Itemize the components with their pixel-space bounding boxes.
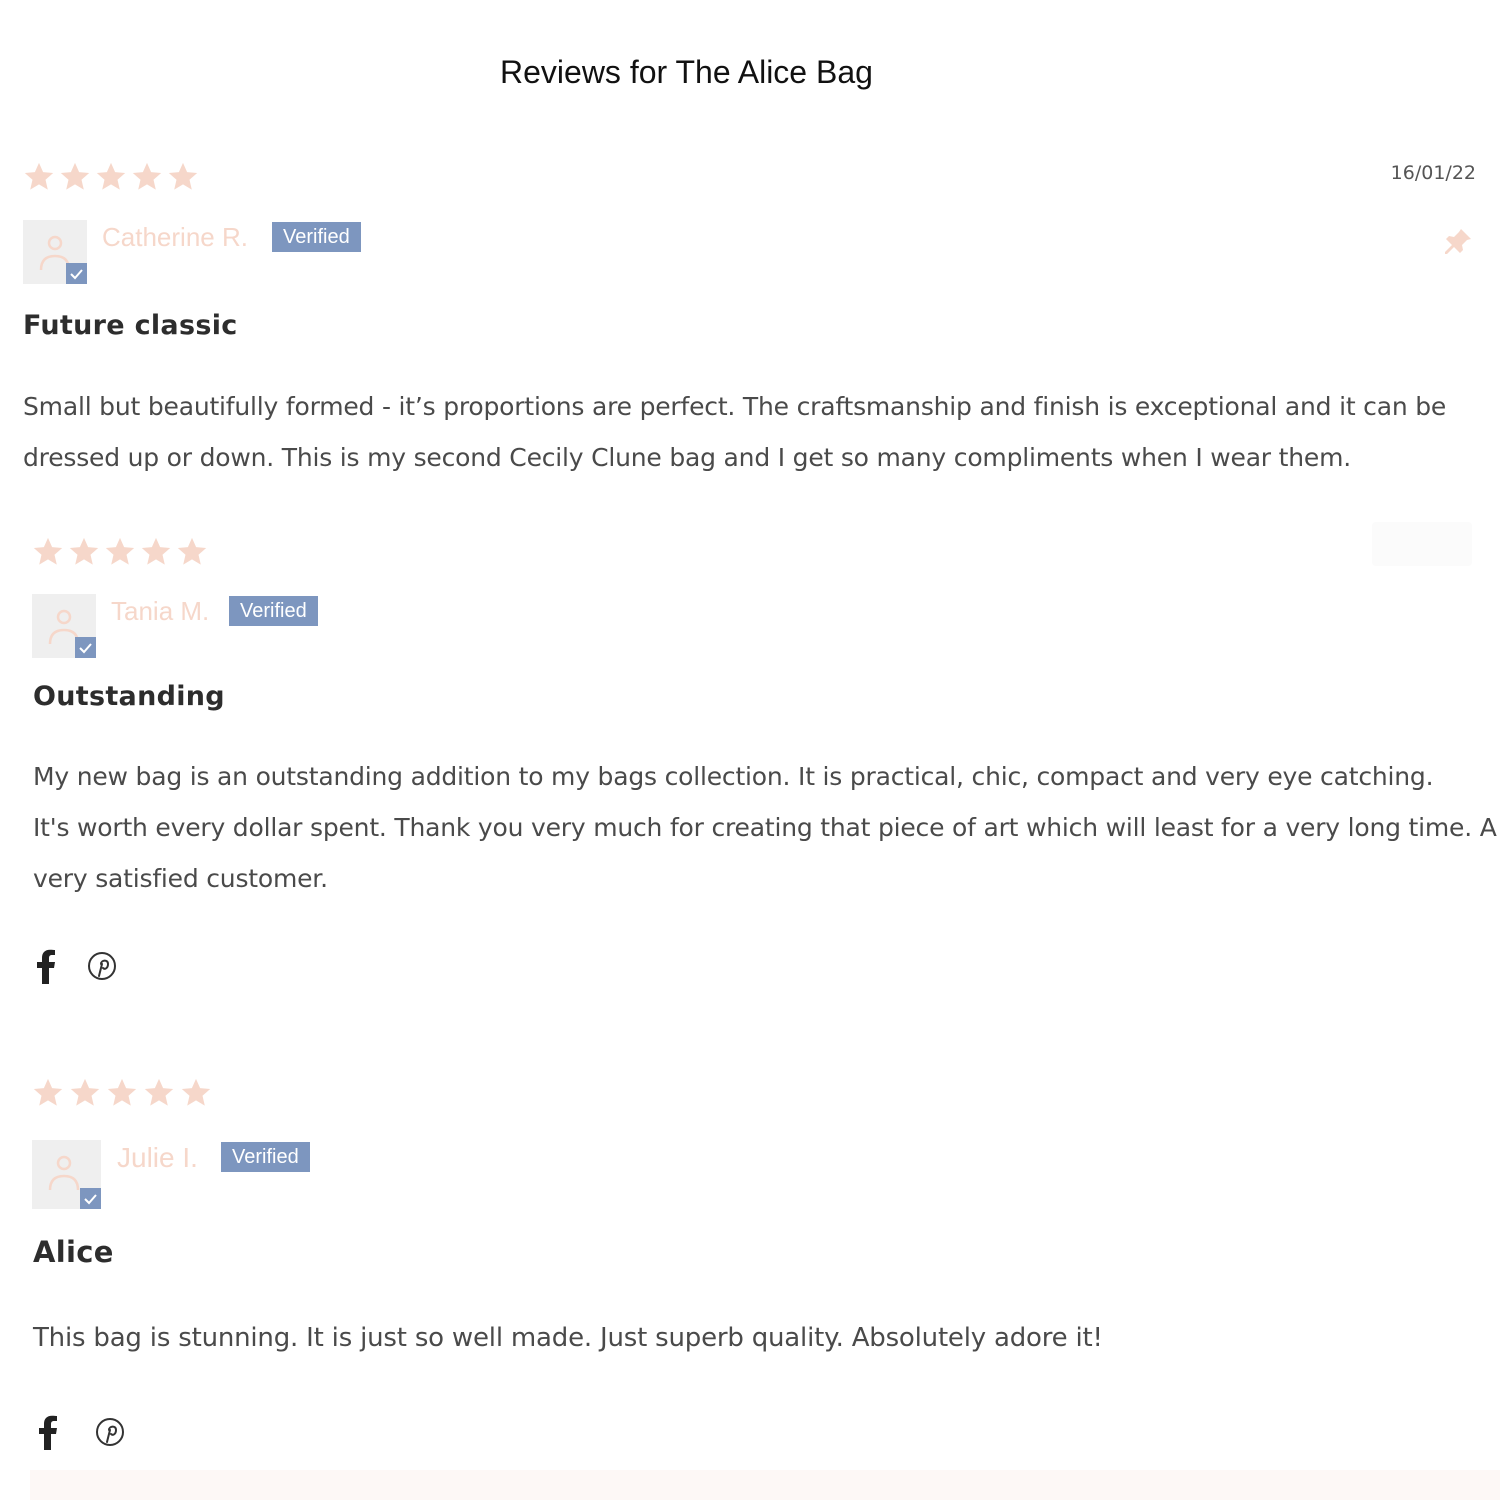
pin-icon[interactable] [1442, 226, 1474, 258]
review-body-line: My new bag is an outstanding addition to… [33, 762, 1434, 791]
review-title: Outstanding [33, 681, 225, 712]
star-icon [130, 160, 164, 194]
review-body: Small but beautifully formed - it’s prop… [23, 381, 1483, 483]
star-icon [166, 160, 200, 194]
verified-check-icon [75, 637, 96, 658]
facebook-icon[interactable] [38, 1414, 58, 1450]
star-icon [94, 160, 128, 194]
review-body-line: dressed up or down. This is my second Ce… [23, 443, 1351, 472]
review-date: 16/01/22 [1390, 162, 1476, 184]
avatar [32, 1140, 101, 1209]
review-body: My new bag is an outstanding addition to… [33, 751, 1497, 904]
verified-badge: Verified [229, 596, 318, 626]
star-icon [142, 1076, 176, 1110]
next-review-edge [30, 1470, 1500, 1500]
star-icon [22, 160, 56, 194]
star-rating [31, 1076, 213, 1110]
star-rating [22, 160, 200, 194]
review-action-button[interactable] [1372, 522, 1472, 566]
avatar [23, 220, 87, 284]
star-icon [31, 1076, 65, 1110]
review-title: Future classic [23, 310, 238, 341]
star-icon [103, 535, 137, 569]
star-icon [67, 535, 101, 569]
star-rating [31, 535, 209, 569]
review-title: Alice [33, 1235, 114, 1269]
verified-badge: Verified [221, 1142, 310, 1172]
star-icon [68, 1076, 102, 1110]
review-body: This bag is stunning. It is just so well… [33, 1313, 1483, 1364]
review-author: Tania M. [111, 596, 210, 626]
page-title: Reviews for The Alice Bag [500, 54, 873, 90]
review-author: Julie I. [117, 1142, 198, 1173]
review-body-line: It's worth every dollar spent. Thank you… [33, 813, 1497, 842]
share-links [38, 1414, 126, 1450]
pinterest-icon[interactable] [94, 1416, 126, 1448]
review-body-line: This bag is stunning. It is just so well… [33, 1323, 1103, 1353]
verified-check-icon [66, 263, 87, 284]
star-icon [179, 1076, 213, 1110]
pinterest-icon[interactable] [86, 950, 118, 982]
verified-badge: Verified [272, 222, 361, 252]
star-icon [175, 535, 209, 569]
star-icon [105, 1076, 139, 1110]
share-links [36, 948, 118, 984]
star-icon [31, 535, 65, 569]
facebook-icon[interactable] [36, 948, 56, 984]
verified-check-icon [80, 1188, 101, 1209]
star-icon [58, 160, 92, 194]
review-body-line: Small but beautifully formed - it’s prop… [23, 392, 1447, 421]
review-body-line: very satisfied customer. [33, 864, 328, 893]
review-author: Catherine R. [102, 222, 248, 252]
user-icon [48, 1155, 80, 1191]
avatar [32, 594, 96, 658]
star-icon [139, 535, 173, 569]
